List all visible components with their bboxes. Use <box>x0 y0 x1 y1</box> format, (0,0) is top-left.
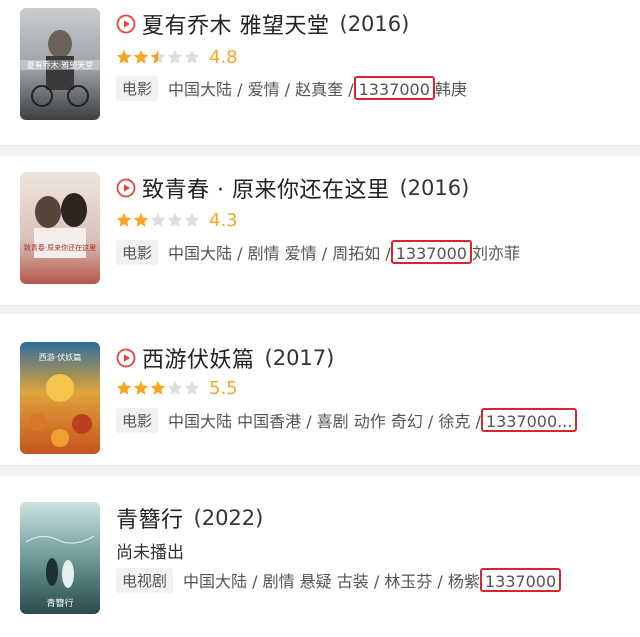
release-status: 尚未播出 <box>116 542 184 563</box>
movie-poster[interactable]: 致青春·原来你还在这里 <box>20 172 100 284</box>
star-empty-icon <box>184 380 200 395</box>
info-row: 电影 中国大陆 / 爱情 / 赵真奎 / 1337000 韩庚 <box>116 74 467 102</box>
poster-image: 夏有乔木·雅望天堂 <box>20 8 100 120</box>
poster-caption: 西游·伏妖篇 <box>39 352 82 362</box>
rating-score: 5.5 <box>209 377 238 399</box>
play-icon[interactable] <box>116 178 136 198</box>
info-text: 中国大陆 中国香港 / 喜剧 动作 奇幻 / 徐克 / <box>168 412 481 431</box>
star-filled-icon <box>133 212 149 227</box>
movie-card[interactable]: 青簪行 青簪行 (2022) 尚未播出 电视剧 中国大陆 / 剧情 悬疑 古装 … <box>0 476 640 637</box>
play-icon[interactable] <box>116 14 136 34</box>
movie-year: (2022) <box>193 506 264 530</box>
poster-image: 致青春·原来你还在这里 <box>20 172 100 284</box>
info-row: 电视剧 中国大陆 / 剧情 悬疑 古装 / 林玉芬 / 杨紫 1337000 <box>116 566 562 594</box>
highlighted-number: 1337000 <box>390 240 472 264</box>
poster-image: 青簪行 <box>20 502 100 614</box>
star-rating <box>116 49 201 65</box>
poster-caption: 致青春·原来你还在这里 <box>24 243 96 252</box>
movie-results-list: 夏有乔木·雅望天堂 夏有乔木 雅望天堂 (2016) 4.8 电影 中国大陆 /… <box>0 0 640 637</box>
poster-caption: 青簪行 <box>46 597 73 609</box>
movie-year: (2016) <box>339 12 410 36</box>
poster-caption: 夏有乔木·雅望天堂 <box>27 60 94 70</box>
star-empty-icon <box>167 212 183 227</box>
divider <box>0 465 640 466</box>
star-filled-icon <box>116 49 132 64</box>
movie-title[interactable]: 西游伏妖篇 <box>142 342 255 374</box>
movie-title[interactable]: 致青春 · 原来你还在这里 <box>142 172 389 204</box>
rating-score: 4.8 <box>209 46 238 68</box>
star-empty-icon <box>184 49 200 64</box>
star-rating <box>116 212 201 228</box>
title-row: 夏有乔木 雅望天堂 (2016) <box>116 8 409 40</box>
play-icon[interactable] <box>116 348 136 368</box>
movie-year: (2017) <box>264 346 335 370</box>
movie-year: (2016) <box>399 176 470 200</box>
rating-score: 4.3 <box>209 209 238 231</box>
star-filled-icon <box>116 212 132 227</box>
title-row: 致青春 · 原来你还在这里 (2016) <box>116 172 469 204</box>
star-filled-icon <box>116 380 132 395</box>
info-text: 中国大陆 / 爱情 / 赵真奎 / <box>168 80 354 99</box>
highlighted-number: 1337000 <box>353 76 435 100</box>
poster-image: 西游·伏妖篇 <box>20 342 100 454</box>
info-after-text: 韩庚 <box>434 80 467 99</box>
movie-title[interactable]: 夏有乔木 雅望天堂 <box>142 8 330 40</box>
rating-row: 4.3 <box>116 209 238 231</box>
star-empty-icon <box>184 212 200 227</box>
type-tag: 电影 <box>116 239 159 265</box>
movie-poster[interactable]: 西游·伏妖篇 <box>20 342 100 454</box>
highlighted-number: 1337000... <box>480 408 578 432</box>
info-row: 电影 中国大陆 / 剧情 爱情 / 周拓如 / 1337000 刘亦菲 <box>116 238 520 266</box>
movie-poster[interactable]: 夏有乔木·雅望天堂 <box>20 8 100 120</box>
star-half-icon <box>150 49 166 64</box>
movie-title[interactable]: 青簪行 <box>116 502 184 534</box>
info-row: 电影 中国大陆 中国香港 / 喜剧 动作 奇幻 / 徐克 / 1337000..… <box>116 406 578 434</box>
star-rating <box>116 380 201 396</box>
movie-card[interactable]: 致青春·原来你还在这里 致青春 · 原来你还在这里 (2016) 4.3 电影 … <box>0 156 640 306</box>
star-filled-icon <box>133 380 149 395</box>
rating-row: 4.8 <box>116 46 238 68</box>
star-filled-icon <box>133 49 149 64</box>
title-row: 西游伏妖篇 (2017) <box>116 342 334 374</box>
rating-row: 5.5 <box>116 377 238 399</box>
star-empty-icon <box>167 49 183 64</box>
highlighted-number: 1337000 <box>479 568 562 592</box>
divider <box>0 145 640 146</box>
star-filled-icon <box>150 380 166 395</box>
title-row: 青簪行 (2022) <box>116 502 263 534</box>
movie-card[interactable]: 西游·伏妖篇 西游伏妖篇 (2017) 5.5 电影 中国大陆 中国香港 / 喜… <box>0 314 640 466</box>
info-text: 中国大陆 / 剧情 爱情 / 周拓如 / <box>168 244 391 263</box>
star-empty-icon <box>167 380 183 395</box>
info-after-text: 刘亦菲 <box>471 244 520 263</box>
type-tag: 电影 <box>116 407 159 433</box>
type-tag: 电影 <box>116 75 159 101</box>
movie-card[interactable]: 夏有乔木·雅望天堂 夏有乔木 雅望天堂 (2016) 4.8 电影 中国大陆 /… <box>0 0 640 146</box>
star-empty-icon <box>150 212 166 227</box>
info-text: 中国大陆 / 剧情 悬疑 古装 / 林玉芬 / 杨紫 <box>183 572 480 591</box>
divider <box>0 305 640 306</box>
movie-poster[interactable]: 青簪行 <box>20 502 100 614</box>
type-tag: 电视剧 <box>116 567 174 593</box>
